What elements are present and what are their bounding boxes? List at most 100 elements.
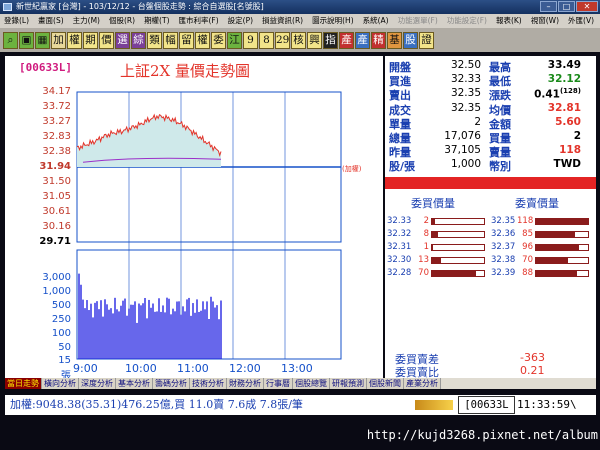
toolbar-button[interactable]: 類 bbox=[147, 31, 162, 49]
toolbar-button[interactable]: 選 bbox=[115, 31, 130, 49]
menu-item[interactable]: 報表(K) bbox=[496, 14, 522, 28]
ask-qty: 96 bbox=[522, 242, 533, 252]
tab[interactable]: 基本分析 bbox=[116, 378, 153, 389]
tab-intraday[interactable]: 當日走勢 bbox=[5, 378, 42, 389]
volume-tick-label: 15 bbox=[58, 355, 71, 366]
quote-value: 32.12 bbox=[547, 73, 581, 86]
toolbar-button[interactable]: 基 bbox=[387, 31, 402, 49]
quote-value: 2 bbox=[573, 130, 581, 142]
status-stock-code[interactable]: [00633L bbox=[458, 396, 515, 414]
tab[interactable]: 橫向分析 bbox=[42, 378, 79, 389]
menu-item[interactable]: 功能選單(F) bbox=[398, 14, 438, 28]
toolbar-button[interactable]: 29 bbox=[275, 31, 290, 49]
menu-item[interactable]: 視窗(W) bbox=[531, 14, 559, 28]
tab[interactable]: 個股總覽 bbox=[293, 378, 330, 389]
toolbar-button[interactable]: 9 bbox=[243, 31, 258, 49]
price-tick-label: 31.05 bbox=[42, 190, 71, 202]
ask-row[interactable]: 32.35 118 bbox=[491, 216, 591, 228]
ask-row[interactable]: 32.38 70 bbox=[491, 255, 591, 267]
grid-icon[interactable]: ▦ bbox=[35, 31, 50, 49]
tab[interactable]: 產業分析 bbox=[404, 378, 441, 389]
toolbar-button[interactable]: 加 bbox=[51, 31, 66, 49]
minimize-button[interactable]: – bbox=[540, 1, 557, 12]
menu-item[interactable]: 畫面(S) bbox=[38, 14, 64, 28]
menu-item[interactable]: 外匯(V) bbox=[568, 14, 594, 28]
quote-value: 2 bbox=[474, 115, 481, 128]
bid-qty: 70 bbox=[418, 268, 429, 278]
ask-row[interactable]: 32.39 88 bbox=[491, 268, 591, 280]
maximize-button[interactable]: □ bbox=[558, 1, 575, 12]
ask-price: 32.36 bbox=[491, 229, 516, 239]
search-icon[interactable]: ⌕ bbox=[3, 31, 18, 49]
volume-tick-label: 1,000 bbox=[42, 286, 71, 297]
toolbar-button[interactable]: 留 bbox=[179, 31, 194, 49]
toolbar-button[interactable]: 核 bbox=[291, 31, 306, 49]
ask-depth-fill bbox=[536, 245, 579, 250]
bid-qty: 2 bbox=[423, 216, 429, 226]
menu-item[interactable]: 個股(R) bbox=[109, 14, 135, 28]
ask-price: 32.39 bbox=[491, 268, 516, 278]
tab[interactable]: 籌碼分析 bbox=[153, 378, 190, 389]
menu-item[interactable]: 主力(M) bbox=[73, 14, 100, 28]
toolbar-button[interactable]: 期 bbox=[83, 31, 98, 49]
toolbar-button[interactable]: 證 bbox=[419, 31, 434, 49]
bid-depth-bar bbox=[431, 257, 485, 264]
bid-qty: 13 bbox=[418, 255, 429, 265]
menu-item[interactable]: 期權(T) bbox=[144, 14, 169, 28]
close-button[interactable]: ✕ bbox=[576, 1, 598, 12]
bid-row[interactable]: 32.31 1 bbox=[387, 242, 487, 254]
toolbar-button[interactable]: 權 bbox=[195, 31, 210, 49]
volume-tick-label: 50 bbox=[58, 342, 71, 353]
price-volume-chart[interactable]: [00633L] 上証2X 量價走勢圖 34.17 33.72 33.27 32.83… bbox=[5, 56, 383, 382]
volume-tick-label: 500 bbox=[51, 300, 71, 311]
watermark-url: http://kujd3268.pixnet.net/album bbox=[366, 428, 598, 442]
quote-label: 股/張 bbox=[389, 160, 416, 174]
ask-depth-bar bbox=[535, 244, 589, 251]
lock-icon[interactable]: ▣ bbox=[19, 31, 34, 49]
toolbar-button[interactable]: 綜 bbox=[131, 31, 146, 49]
toolbar-button[interactable]: 產 bbox=[355, 31, 370, 49]
quote-value: 118 bbox=[559, 144, 581, 157]
volume-tick-label: 100 bbox=[51, 328, 71, 339]
price-tick-label: 33.27 bbox=[42, 116, 71, 128]
menu-item[interactable]: 系統(A) bbox=[363, 14, 389, 28]
ratio-value: 0.21 bbox=[520, 364, 545, 377]
menu-item[interactable]: 功能設定(F) bbox=[447, 14, 487, 28]
menu-item[interactable]: 匯市利率(F) bbox=[179, 14, 219, 28]
toolbar-button[interactable]: 股 bbox=[403, 31, 418, 49]
window-titlebar: 新世紀贏家 [台灣] - 103/12/12 - 台盤個股走勢 : 綜合自選股[… bbox=[0, 0, 600, 14]
volume-tick-label: 3,000 bbox=[42, 272, 71, 283]
toolbar-button[interactable]: 指 bbox=[323, 31, 338, 49]
price-tick-label: 30.16 bbox=[42, 220, 71, 232]
toolbar-button[interactable]: 產 bbox=[339, 31, 354, 49]
tab[interactable]: 財務分析 bbox=[227, 378, 264, 389]
bid-row[interactable]: 32.30 13 bbox=[387, 255, 487, 267]
tab[interactable]: 技術分析 bbox=[190, 378, 227, 389]
bid-row[interactable]: 32.32 8 bbox=[387, 229, 487, 241]
toolbar-button[interactable]: 興 bbox=[307, 31, 322, 49]
menu-item[interactable]: 設定(P) bbox=[228, 14, 253, 28]
bid-price: 32.32 bbox=[387, 229, 412, 239]
toolbar-button[interactable]: 8 bbox=[259, 31, 274, 49]
tab[interactable]: 深度分析 bbox=[79, 378, 116, 389]
toolbar-button[interactable]: 江 bbox=[227, 31, 242, 49]
bid-depth-fill bbox=[432, 245, 434, 250]
tab[interactable]: 行事曆 bbox=[264, 378, 293, 389]
toolbar-button[interactable]: 價 bbox=[99, 31, 114, 49]
toolbar-button[interactable]: 權 bbox=[67, 31, 82, 49]
ask-row[interactable]: 32.37 96 bbox=[491, 242, 591, 254]
bid-row[interactable]: 32.28 70 bbox=[387, 268, 487, 280]
menu-item[interactable]: 損益資訊(R) bbox=[262, 14, 303, 28]
ask-row[interactable]: 32.36 85 bbox=[491, 229, 591, 241]
toolbar: ⌕ ▣ ▦ 加 權 期 價 選 綜 類 幅 留 權 委 江 9 8 29 核 興… bbox=[0, 28, 600, 52]
toolbar-button[interactable]: 精 bbox=[371, 31, 386, 49]
tab[interactable]: 個股新聞 bbox=[367, 378, 404, 389]
tab[interactable]: 研報預測 bbox=[330, 378, 367, 389]
ask-price: 32.37 bbox=[491, 242, 516, 252]
toolbar-button[interactable]: 委 bbox=[211, 31, 226, 49]
ask-price: 32.35 bbox=[491, 216, 516, 226]
menu-item[interactable]: 圖示說明(H) bbox=[312, 14, 354, 28]
toolbar-button[interactable]: 幅 bbox=[163, 31, 178, 49]
bid-row[interactable]: 32.33 2 bbox=[387, 216, 487, 228]
menu-item[interactable]: 登錄(L) bbox=[4, 14, 29, 28]
